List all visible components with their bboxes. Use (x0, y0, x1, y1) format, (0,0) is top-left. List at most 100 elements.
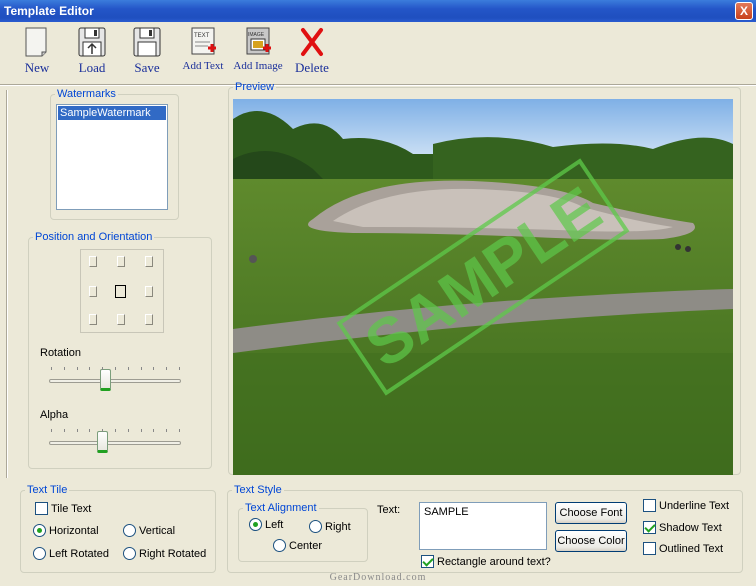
align-left-radio-dot[interactable] (249, 518, 262, 531)
align-center-label: Center (289, 540, 323, 552)
align-center-radio-dot[interactable] (273, 539, 286, 552)
rotation-label: Rotation (40, 347, 81, 359)
position-middle-left[interactable] (89, 286, 97, 297)
left-rotated-label: Left Rotated (49, 548, 109, 560)
vertical-radio[interactable]: Vertical (123, 524, 175, 537)
position-top-right[interactable] (145, 256, 153, 267)
outlined-checkbox[interactable]: Outlined Text (643, 542, 723, 555)
tile-text-checkbox[interactable]: Tile Text (35, 502, 91, 515)
add-text-icon-label: TEXT (194, 33, 210, 39)
load-label: Load (78, 60, 106, 75)
slider-tick (166, 429, 168, 432)
site-credit: GearDownload.com (329, 572, 427, 583)
right-rotated-radio[interactable]: Right Rotated (123, 547, 206, 560)
horizontal-radio[interactable]: Horizontal (33, 524, 99, 537)
delete-label: Delete (295, 60, 329, 75)
position-grid (80, 249, 164, 333)
slider-tick (89, 429, 91, 432)
rectangle-check[interactable] (421, 555, 434, 568)
new-button[interactable]: New (20, 26, 54, 78)
slider-tick (115, 367, 116, 370)
list-item[interactable]: SampleWatermark (58, 106, 166, 120)
load-button[interactable]: Load (74, 26, 110, 78)
choose-color-button[interactable]: Choose Color (555, 530, 627, 552)
shadow-checkbox[interactable]: Shadow Text (643, 521, 722, 534)
position-bottom-left[interactable] (89, 314, 97, 325)
position-middle-right[interactable] (145, 286, 153, 297)
slider-tick (179, 429, 180, 432)
slider-tick (76, 429, 78, 432)
save-label: Save (134, 60, 160, 75)
slider-tick (115, 429, 116, 432)
floppy-save-icon (133, 27, 161, 57)
slider-tick (51, 429, 52, 432)
left-rotated-radio-dot[interactable] (33, 547, 46, 560)
underline-checkbox[interactable]: Underline Text (643, 499, 729, 512)
close-button[interactable]: X (735, 2, 753, 20)
horizontal-label: Horizontal (49, 525, 99, 537)
add-image-label: Add Image (233, 60, 283, 72)
watermark-text-input[interactable] (419, 502, 547, 550)
tile-text-check[interactable] (35, 502, 48, 515)
align-right-label: Right (325, 521, 351, 533)
position-orientation-group: Position and Orientation Rotation Alpha (28, 231, 212, 469)
rectangle-label: Rectangle around text? (437, 556, 551, 568)
left-rotated-radio[interactable]: Left Rotated (33, 547, 109, 560)
horizontal-radio-dot[interactable] (33, 524, 46, 537)
slider-tick (153, 429, 155, 432)
watermark-overlay: SAMPLE (336, 158, 630, 396)
slider-tick (127, 429, 129, 432)
new-document-icon (25, 27, 47, 57)
save-button[interactable]: Save (129, 26, 165, 78)
underline-check[interactable] (643, 499, 656, 512)
right-rotated-label: Right Rotated (139, 548, 207, 560)
align-left-radio[interactable]: Left (249, 518, 283, 531)
text-tile-group: Text Tile Tile Text Horizontal Vertical … (20, 484, 216, 573)
floppy-load-icon (78, 27, 106, 57)
tile-text-label: Tile Text (51, 503, 92, 515)
slider-tick (63, 367, 65, 370)
preview-legend: Preview (235, 81, 275, 93)
new-label: New (24, 60, 50, 75)
watermark-text: SAMPLE (352, 173, 613, 382)
slider-tick (89, 367, 91, 370)
text-tile-legend: Text Tile (27, 484, 68, 496)
slider-tick (140, 367, 142, 370)
add-image-icon: IMAGE (246, 27, 271, 55)
right-rotated-radio-dot[interactable] (123, 547, 136, 560)
align-right-radio-dot[interactable] (309, 520, 322, 533)
shadow-check[interactable] (643, 521, 656, 534)
watermarks-group: Watermarks SampleWatermark (50, 88, 179, 220)
close-icon: X (739, 4, 748, 18)
align-right-radio[interactable]: Right (309, 520, 351, 533)
delete-button[interactable]: Delete (291, 26, 333, 78)
alpha-slider[interactable] (49, 429, 181, 455)
rectangle-checkbox[interactable]: Rectangle around text? (421, 555, 551, 568)
vertical-label: Vertical (139, 525, 176, 537)
text-field-label: Text: (377, 504, 401, 516)
vertical-radio-dot[interactable] (123, 524, 136, 537)
slider-tick (140, 429, 142, 432)
position-bottom-center[interactable] (117, 314, 125, 325)
text-alignment-group: Text Alignment Left Right Center (238, 502, 368, 562)
position-top-left[interactable] (89, 256, 97, 267)
rotation-track (49, 379, 181, 383)
watermarks-legend: Watermarks (57, 88, 116, 100)
rotation-thumb[interactable] (99, 369, 111, 391)
position-top-center[interactable] (117, 256, 125, 267)
add-image-button[interactable]: IMAGE Add Image (232, 26, 284, 78)
add-text-button[interactable]: TEXT Add Text (178, 26, 228, 78)
left-divider (6, 90, 8, 478)
slider-tick (51, 367, 52, 370)
outlined-check[interactable] (643, 542, 656, 555)
watermarks-list[interactable]: SampleWatermark (56, 104, 168, 210)
title-bar: Template Editor X (0, 0, 756, 22)
rotation-slider[interactable] (49, 367, 181, 393)
align-center-radio[interactable]: Center (273, 539, 322, 552)
position-legend: Position and Orientation (35, 231, 153, 243)
position-center[interactable] (115, 285, 126, 298)
position-bottom-right[interactable] (145, 314, 153, 325)
slider-tick (153, 367, 155, 370)
choose-font-button[interactable]: Choose Font (555, 502, 627, 524)
alpha-thumb[interactable] (97, 431, 109, 453)
